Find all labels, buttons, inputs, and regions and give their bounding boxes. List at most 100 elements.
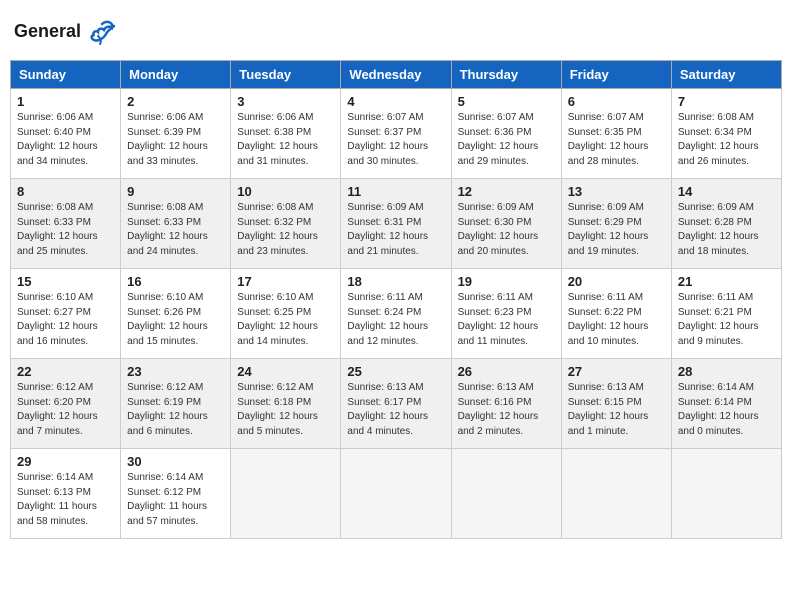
calendar-cell: 17 Sunrise: 6:10 AM Sunset: 6:25 PM Dayl… [231, 269, 341, 359]
day-number: 10 [237, 184, 334, 199]
calendar-cell: 26 Sunrise: 6:13 AM Sunset: 6:16 PM Dayl… [451, 359, 561, 449]
calendar: SundayMondayTuesdayWednesdayThursdayFrid… [10, 60, 782, 539]
day-number: 3 [237, 94, 334, 109]
day-info: Sunrise: 6:07 AM Sunset: 6:37 PM Dayligh… [347, 111, 444, 169]
day-info: Sunrise: 6:06 AM Sunset: 6:38 PM Dayligh… [237, 111, 334, 169]
day-info: Sunrise: 6:11 AM Sunset: 6:24 PM Dayligh… [347, 291, 444, 349]
calendar-cell [341, 449, 451, 539]
calendar-cell: 8 Sunrise: 6:08 AM Sunset: 6:33 PM Dayli… [11, 179, 121, 269]
day-number: 7 [678, 94, 775, 109]
calendar-cell: 27 Sunrise: 6:13 AM Sunset: 6:15 PM Dayl… [561, 359, 671, 449]
day-info: Sunrise: 6:09 AM Sunset: 6:30 PM Dayligh… [458, 201, 555, 259]
day-info: Sunrise: 6:13 AM Sunset: 6:16 PM Dayligh… [458, 381, 555, 439]
day-number: 21 [678, 274, 775, 289]
day-number: 11 [347, 184, 444, 199]
calendar-cell: 18 Sunrise: 6:11 AM Sunset: 6:24 PM Dayl… [341, 269, 451, 359]
day-info: Sunrise: 6:13 AM Sunset: 6:15 PM Dayligh… [568, 381, 665, 439]
day-info: Sunrise: 6:12 AM Sunset: 6:20 PM Dayligh… [17, 381, 114, 439]
day-number: 30 [127, 454, 224, 469]
day-info: Sunrise: 6:09 AM Sunset: 6:31 PM Dayligh… [347, 201, 444, 259]
day-info: Sunrise: 6:11 AM Sunset: 6:21 PM Dayligh… [678, 291, 775, 349]
day-info: Sunrise: 6:09 AM Sunset: 6:29 PM Dayligh… [568, 201, 665, 259]
calendar-cell: 21 Sunrise: 6:11 AM Sunset: 6:21 PM Dayl… [671, 269, 781, 359]
day-info: Sunrise: 6:12 AM Sunset: 6:18 PM Dayligh… [237, 381, 334, 439]
day-info: Sunrise: 6:06 AM Sunset: 6:40 PM Dayligh… [17, 111, 114, 169]
day-info: Sunrise: 6:07 AM Sunset: 6:35 PM Dayligh… [568, 111, 665, 169]
day-number: 18 [347, 274, 444, 289]
calendar-cell: 9 Sunrise: 6:08 AM Sunset: 6:33 PM Dayli… [121, 179, 231, 269]
calendar-cell: 2 Sunrise: 6:06 AM Sunset: 6:39 PM Dayli… [121, 89, 231, 179]
day-number: 28 [678, 364, 775, 379]
day-info: Sunrise: 6:10 AM Sunset: 6:25 PM Dayligh… [237, 291, 334, 349]
calendar-cell: 5 Sunrise: 6:07 AM Sunset: 6:36 PM Dayli… [451, 89, 561, 179]
day-number: 15 [17, 274, 114, 289]
calendar-cell: 24 Sunrise: 6:12 AM Sunset: 6:18 PM Dayl… [231, 359, 341, 449]
day-number: 17 [237, 274, 334, 289]
day-number: 1 [17, 94, 114, 109]
day-number: 20 [568, 274, 665, 289]
day-number: 25 [347, 364, 444, 379]
day-info: Sunrise: 6:12 AM Sunset: 6:19 PM Dayligh… [127, 381, 224, 439]
calendar-cell [671, 449, 781, 539]
calendar-cell [561, 449, 671, 539]
day-number: 27 [568, 364, 665, 379]
day-info: Sunrise: 6:08 AM Sunset: 6:33 PM Dayligh… [127, 201, 224, 259]
calendar-cell: 14 Sunrise: 6:09 AM Sunset: 6:28 PM Dayl… [671, 179, 781, 269]
day-info: Sunrise: 6:14 AM Sunset: 6:12 PM Dayligh… [127, 471, 224, 529]
day-number: 22 [17, 364, 114, 379]
calendar-week-row: 8 Sunrise: 6:08 AM Sunset: 6:33 PM Dayli… [11, 179, 782, 269]
calendar-cell: 19 Sunrise: 6:11 AM Sunset: 6:23 PM Dayl… [451, 269, 561, 359]
calendar-cell [231, 449, 341, 539]
day-info: Sunrise: 6:10 AM Sunset: 6:26 PM Dayligh… [127, 291, 224, 349]
logo: General [14, 18, 118, 46]
calendar-cell: 10 Sunrise: 6:08 AM Sunset: 6:32 PM Dayl… [231, 179, 341, 269]
calendar-cell: 15 Sunrise: 6:10 AM Sunset: 6:27 PM Dayl… [11, 269, 121, 359]
day-info: Sunrise: 6:09 AM Sunset: 6:28 PM Dayligh… [678, 201, 775, 259]
calendar-cell: 1 Sunrise: 6:06 AM Sunset: 6:40 PM Dayli… [11, 89, 121, 179]
day-number: 12 [458, 184, 555, 199]
day-info: Sunrise: 6:11 AM Sunset: 6:22 PM Dayligh… [568, 291, 665, 349]
calendar-header-row: SundayMondayTuesdayWednesdayThursdayFrid… [11, 61, 782, 89]
day-info: Sunrise: 6:07 AM Sunset: 6:36 PM Dayligh… [458, 111, 555, 169]
calendar-cell: 22 Sunrise: 6:12 AM Sunset: 6:20 PM Dayl… [11, 359, 121, 449]
day-number: 14 [678, 184, 775, 199]
col-header-tuesday: Tuesday [231, 61, 341, 89]
day-number: 23 [127, 364, 224, 379]
day-number: 9 [127, 184, 224, 199]
col-header-monday: Monday [121, 61, 231, 89]
calendar-cell: 16 Sunrise: 6:10 AM Sunset: 6:26 PM Dayl… [121, 269, 231, 359]
day-number: 6 [568, 94, 665, 109]
day-number: 8 [17, 184, 114, 199]
calendar-cell: 13 Sunrise: 6:09 AM Sunset: 6:29 PM Dayl… [561, 179, 671, 269]
day-info: Sunrise: 6:08 AM Sunset: 6:32 PM Dayligh… [237, 201, 334, 259]
calendar-cell: 4 Sunrise: 6:07 AM Sunset: 6:37 PM Dayli… [341, 89, 451, 179]
calendar-cell: 7 Sunrise: 6:08 AM Sunset: 6:34 PM Dayli… [671, 89, 781, 179]
calendar-cell: 6 Sunrise: 6:07 AM Sunset: 6:35 PM Dayli… [561, 89, 671, 179]
calendar-cell: 23 Sunrise: 6:12 AM Sunset: 6:19 PM Dayl… [121, 359, 231, 449]
day-info: Sunrise: 6:08 AM Sunset: 6:34 PM Dayligh… [678, 111, 775, 169]
calendar-cell: 3 Sunrise: 6:06 AM Sunset: 6:38 PM Dayli… [231, 89, 341, 179]
calendar-week-row: 15 Sunrise: 6:10 AM Sunset: 6:27 PM Dayl… [11, 269, 782, 359]
header: General [10, 10, 782, 54]
col-header-sunday: Sunday [11, 61, 121, 89]
day-number: 5 [458, 94, 555, 109]
logo-bird-icon [88, 18, 116, 46]
day-info: Sunrise: 6:08 AM Sunset: 6:33 PM Dayligh… [17, 201, 114, 259]
logo-line1: General [14, 21, 81, 41]
day-number: 26 [458, 364, 555, 379]
day-number: 13 [568, 184, 665, 199]
day-number: 29 [17, 454, 114, 469]
col-header-wednesday: Wednesday [341, 61, 451, 89]
day-number: 19 [458, 274, 555, 289]
calendar-week-row: 1 Sunrise: 6:06 AM Sunset: 6:40 PM Dayli… [11, 89, 782, 179]
calendar-cell: 29 Sunrise: 6:14 AM Sunset: 6:13 PM Dayl… [11, 449, 121, 539]
day-number: 4 [347, 94, 444, 109]
col-header-friday: Friday [561, 61, 671, 89]
calendar-cell: 28 Sunrise: 6:14 AM Sunset: 6:14 PM Dayl… [671, 359, 781, 449]
calendar-cell [451, 449, 561, 539]
calendar-cell: 12 Sunrise: 6:09 AM Sunset: 6:30 PM Dayl… [451, 179, 561, 269]
col-header-thursday: Thursday [451, 61, 561, 89]
day-info: Sunrise: 6:14 AM Sunset: 6:13 PM Dayligh… [17, 471, 114, 529]
day-info: Sunrise: 6:13 AM Sunset: 6:17 PM Dayligh… [347, 381, 444, 439]
day-info: Sunrise: 6:14 AM Sunset: 6:14 PM Dayligh… [678, 381, 775, 439]
